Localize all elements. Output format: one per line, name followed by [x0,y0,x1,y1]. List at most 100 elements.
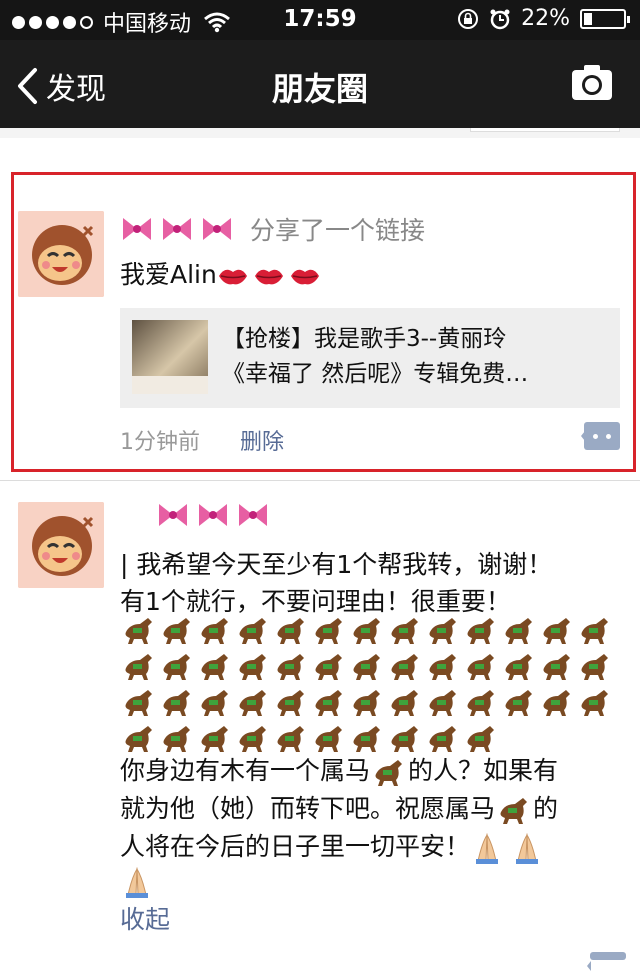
post-text-content: 我爱Alin [120,260,217,289]
post-text-line3b: 的人？如果有 [408,756,559,785]
horse-icon [277,654,304,680]
horse-icon [375,760,403,786]
horse-icon [201,618,228,644]
horse-icon [543,654,570,680]
post-text-line4a: 就为他（她）而转下吧。祝愿属马 [120,794,496,823]
praying-hands-icon [516,833,539,864]
post-text-line4b: 的 [533,794,559,823]
rotation-lock-icon [458,8,479,29]
horse-icon [277,690,304,716]
horse-icon [391,654,418,680]
horse-icon [163,618,190,644]
cover-image-edge [470,128,620,132]
shared-link-label: 分享了一个链接 [250,216,426,245]
post-text-continued: 你身边有木有一个属马 的人？如果有 就为他（她）而转下吧。祝愿属马 的 人将在今后的… [120,752,558,909]
horse-icon [163,654,190,680]
horse-icon [125,654,152,680]
delete-button[interactable]: 删除 [240,424,284,456]
horse-icon [239,618,266,644]
horse-icon [315,690,342,716]
horse-icon [543,618,570,644]
praying-hands-emojis [470,831,544,865]
page-title: 朋友圈 [271,70,368,108]
horse-icon [125,618,152,644]
nav-bar: 发现 朋友圈 [0,40,640,128]
horse-icon [277,726,304,752]
shared-link-card[interactable]: 【抢楼】我是歌手3--黄丽玲 《幸福了 然后呢》专辑免费… [120,308,620,408]
author-bows [120,214,234,244]
horse-icon [201,726,228,752]
avatar[interactable] [18,502,104,588]
collapse-button[interactable]: 收起 [120,900,170,936]
bow-icon [159,504,187,526]
bow-icon [163,218,191,240]
bow-icon [203,218,231,240]
praying-hands-icon [476,833,499,864]
horse-icon [239,654,266,680]
horse-icon [201,690,228,716]
horse-icon [467,690,494,716]
horse-icon [429,654,456,680]
link-title: 【抢楼】我是歌手3--黄丽玲 《幸福了 然后呢》专辑免费… [222,322,612,392]
bow-icon [123,218,151,240]
battery-icon [580,8,630,29]
link-thumbnail-caption [132,376,208,394]
horse-icon [467,726,494,752]
horse-icon [315,726,342,752]
horse-icon [505,690,532,716]
post-text-line3a: 你身边有木有一个属马 [120,756,371,785]
horse-icon [353,726,380,752]
alarm-icon [490,9,510,29]
horse-icon [239,726,266,752]
horse-icon [353,618,380,644]
status-bar: 中国移动 17:59 22% [0,0,640,40]
bow-icon [239,504,267,526]
horse-icon [277,618,304,644]
horse-icon [467,654,494,680]
horse-icon [125,726,152,752]
author-bows [156,500,270,530]
post-text-line3: 你身边有木有一个属马 的人？如果有 [120,752,558,790]
horse-icon [239,690,266,716]
horse-icon [505,654,532,680]
horse-icon [429,726,456,752]
post-author-row: 分享了一个链接 [120,211,425,247]
battery-percent: 22% [521,6,570,31]
post-text-line1: | 我希望今天至少有1个帮我转，谢谢！ [120,550,553,579]
status-right: 22% [457,6,630,31]
horse-icon [315,654,342,680]
kiss-lips-icon [218,269,247,285]
kiss-lips-icon [290,269,319,285]
link-title-line1: 【抢楼】我是歌手3--黄丽玲 [222,326,507,352]
kiss-lips-icon [254,269,283,285]
camera-icon[interactable] [570,62,614,102]
post-time: 1分钟前 [120,430,200,455]
horse-icon [391,726,418,752]
horse-icon [581,618,608,644]
post-author-row [120,500,270,530]
link-title-line2: 《幸福了 然后呢》专辑免费… [222,361,529,387]
horse-icon [163,690,190,716]
horse-icon [543,690,570,716]
horse-icon [315,618,342,644]
horse-icon [353,690,380,716]
horse-icon [353,654,380,680]
horse-icon [429,690,456,716]
praying-hands-icon [126,867,148,898]
post-text-line5: 人将在今后的日子里一切平安！ [120,828,558,865]
post-text: 我爱Alin [120,256,321,293]
comment-button[interactable] [581,422,620,450]
post-text-line4: 就为他（她）而转下吧。祝愿属马 的 [120,790,558,828]
post-text-line6 [120,865,558,909]
horse-icon [391,618,418,644]
bow-icon [199,504,227,526]
monkey-avatar-icon [18,211,104,297]
horse-icon [505,618,532,644]
horse-icon [429,618,456,644]
horse-icon [125,690,152,716]
horse-icon [391,690,418,716]
avatar[interactable] [18,211,104,297]
comment-button[interactable] [587,952,626,971]
horse-icon [581,654,608,680]
horse-icon [581,690,608,716]
